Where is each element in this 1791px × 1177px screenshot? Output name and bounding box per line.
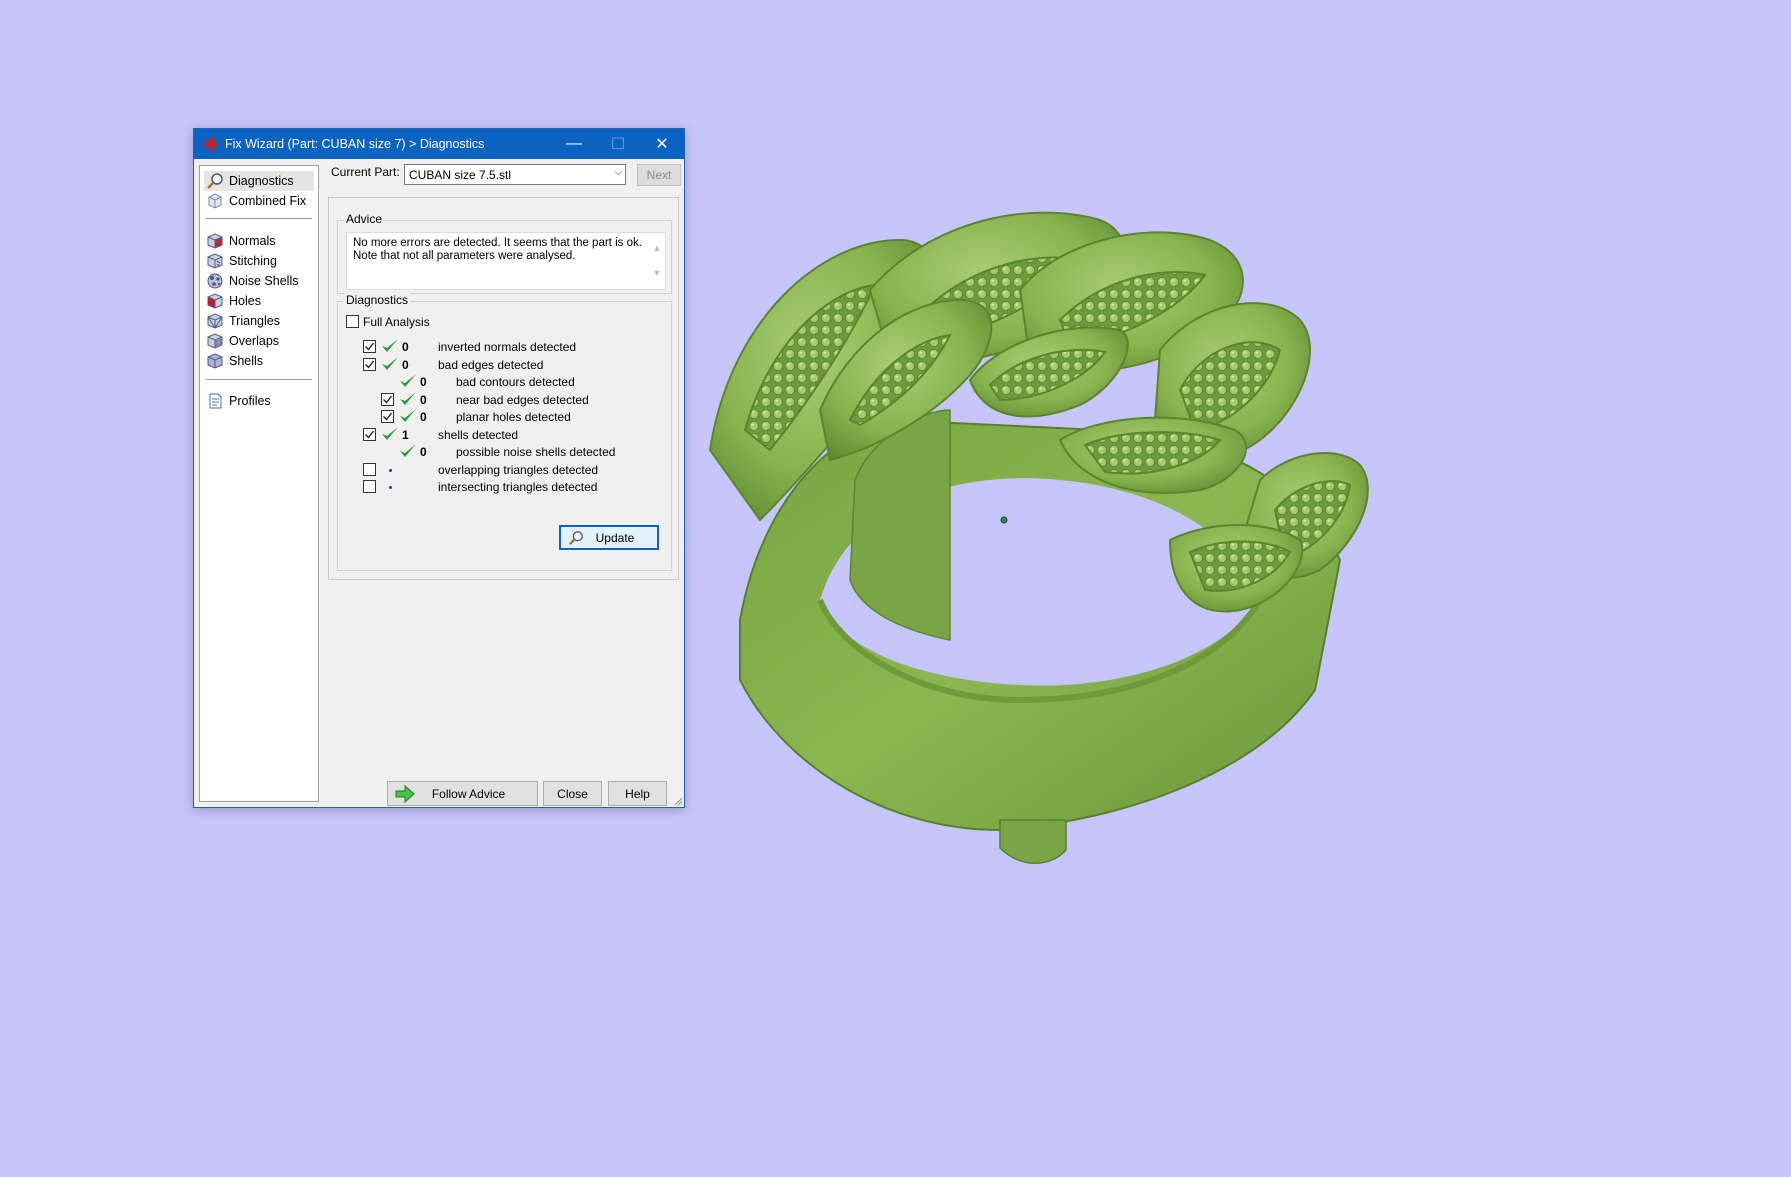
diagnostic-label: near bad edges detected <box>456 392 589 407</box>
full-analysis-label: Full Analysis <box>363 315 430 329</box>
advice-text-box: No more errors are detected. It seems th… <box>346 232 666 290</box>
magnifier-icon <box>207 173 223 189</box>
maximize-button[interactable]: ☐ <box>596 129 640 159</box>
ring-3d-model[interactable] <box>700 180 1580 900</box>
advice-group: Advice No more errors are detected. It s… <box>337 212 672 294</box>
noise-shells-icon <box>207 273 223 289</box>
nav-item-triangles[interactable]: Triangles <box>204 311 286 331</box>
advice-line: No more errors are detected. It seems th… <box>353 237 642 249</box>
update-button[interactable]: Update <box>559 525 659 550</box>
holes-cube-icon <box>207 293 223 309</box>
check-mark-icon <box>381 426 399 442</box>
diagnostic-label: bad contours detected <box>456 375 575 389</box>
nav-item-combined-fix[interactable]: Combined Fix <box>204 191 312 211</box>
diagnostic-count: 0 <box>420 392 427 407</box>
nav-item-label: Holes <box>229 294 261 308</box>
follow-advice-button[interactable]: Follow Advice <box>387 781 538 806</box>
check-mark-icon <box>399 443 417 459</box>
current-part-value: CUBAN size 7.5.stl <box>409 167 512 182</box>
nav-item-label: Diagnostics <box>229 174 294 188</box>
check-mark-icon <box>381 338 399 354</box>
advice-scrollbar[interactable]: ▲ ▼ <box>651 236 663 286</box>
nav-item-label: Noise Shells <box>229 274 299 288</box>
current-part-select[interactable]: CUBAN size 7.5.stl ⌵ <box>404 164 626 185</box>
diagnostic-checkbox[interactable] <box>381 410 394 423</box>
diagnostic-label: bad edges detected <box>438 357 544 372</box>
nav-item-profiles[interactable]: Profiles <box>204 391 277 411</box>
nav-divider <box>206 379 312 380</box>
wizard-nav: Diagnostics Combined Fix Normals Stitchi… <box>199 165 319 802</box>
diagnostic-checkbox[interactable] <box>363 357 376 371</box>
app-cross-icon <box>204 137 218 151</box>
nav-item-label: Triangles <box>229 314 280 328</box>
nav-item-label: Normals <box>229 234 276 248</box>
shells-cube-icon <box>207 353 223 369</box>
diagnostic-count: 1 <box>402 427 409 442</box>
next-button[interactable]: Next <box>637 164 681 186</box>
nav-item-shells[interactable]: Shells <box>204 351 269 371</box>
nav-item-label: Profiles <box>229 394 271 408</box>
not-analysed-dot-icon <box>389 468 392 472</box>
check-mark-icon <box>399 408 417 424</box>
follow-advice-label: Follow Advice <box>431 786 506 801</box>
nav-item-holes[interactable]: Holes <box>204 291 267 311</box>
diagnostic-count: 0 <box>402 340 409 354</box>
current-part-label: Current Part: <box>331 165 400 179</box>
close-window-button[interactable]: ✕ <box>640 129 684 159</box>
magnifier-icon <box>568 531 583 546</box>
diagnostic-checkbox[interactable] <box>363 340 376 353</box>
title-bar[interactable]: Fix Wizard (Part: CUBAN size 7) > Diagno… <box>194 129 684 159</box>
diagnostic-checkbox[interactable] <box>381 392 394 406</box>
nav-item-label: Stitching <box>229 254 277 268</box>
diagnostic-label: overlapping triangles detected <box>438 462 599 477</box>
nav-item-label: Overlaps <box>229 334 280 348</box>
diagnostics-group: Diagnostics Full Analysis 0 inverted norm… <box>337 293 672 571</box>
diagnostic-label: planar holes detected <box>456 410 571 424</box>
check-mark-icon <box>381 356 399 372</box>
diagnostic-checkbox[interactable] <box>363 427 376 441</box>
diagnostic-count: 0 <box>402 357 409 372</box>
full-analysis-checkbox[interactable] <box>346 315 359 328</box>
profiles-document-icon <box>209 393 222 409</box>
nav-item-label: Combined Fix <box>229 194 307 208</box>
wizard-content-panel: Advice No more errors are detected. It s… <box>328 197 679 580</box>
nav-item-stitching[interactable]: Stitching <box>204 251 283 271</box>
nav-item-label: Shells <box>229 354 264 368</box>
close-button[interactable]: Close <box>543 781 602 806</box>
nav-item-normals[interactable]: Normals <box>204 231 282 251</box>
diagnostic-label: shells detected <box>438 427 519 442</box>
diagnostic-label: inverted normals detected <box>438 340 577 354</box>
nav-divider <box>206 218 312 219</box>
nav-item-diagnostics[interactable]: Diagnostics <box>204 171 314 191</box>
nav-item-noise-shells[interactable]: Noise Shells <box>204 271 304 291</box>
window-title: Fix Wizard (Part: CUBAN size 7) > Diagno… <box>225 137 485 151</box>
not-analysed-dot-icon <box>389 486 392 489</box>
check-mark-icon <box>399 373 417 389</box>
overlaps-cube-icon <box>207 333 223 349</box>
combined-fix-icon <box>208 193 222 209</box>
resize-grip-icon[interactable] <box>673 796 683 806</box>
nav-item-overlaps[interactable]: Overlaps <box>204 331 285 351</box>
help-button[interactable]: Help <box>608 781 667 806</box>
arrow-right-icon <box>395 785 415 803</box>
minimize-button[interactable]: — <box>552 129 596 159</box>
stitching-cube-icon <box>207 253 223 269</box>
diagnostic-checkbox[interactable] <box>363 480 376 493</box>
diagnostic-count: 0 <box>420 445 427 459</box>
update-label: Update <box>595 530 635 545</box>
triangles-cube-icon <box>207 313 223 329</box>
fix-wizard-window: Fix Wizard (Part: CUBAN size 7) > Diagno… <box>193 128 685 808</box>
pivot-point-icon <box>1000 516 1008 524</box>
diagnostic-count: 0 <box>420 410 427 424</box>
diagnostic-count: 0 <box>420 375 427 389</box>
check-mark-icon <box>399 391 417 407</box>
diagnostic-label: intersecting triangles detected <box>438 480 598 494</box>
diagnostic-checkbox[interactable] <box>363 462 376 476</box>
advice-line: Note that not all parameters were analys… <box>353 250 576 262</box>
diagnostics-group-title: Diagnostics <box>344 293 411 307</box>
normals-cube-icon <box>207 233 223 249</box>
advice-group-title: Advice <box>344 212 385 226</box>
chevron-down-icon: ⌵ <box>614 167 622 178</box>
diagnostic-label: possible noise shells detected <box>456 445 616 459</box>
